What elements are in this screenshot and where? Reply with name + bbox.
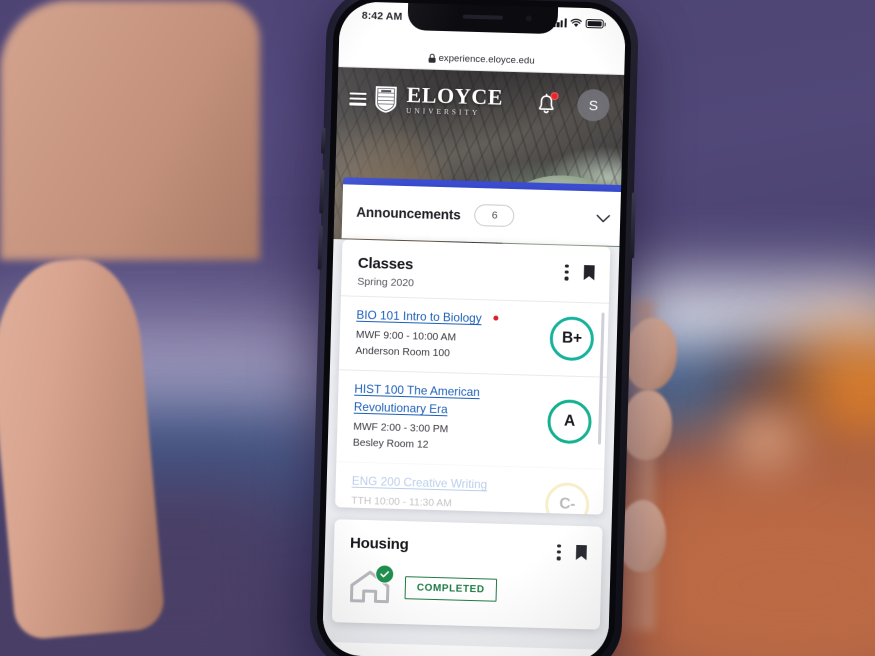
class-link[interactable]: ENG 200 Creative Writing (352, 474, 488, 492)
announcements-card: Announcements 6 (341, 177, 625, 247)
brand-lockup: ELOYCE UNIVERSITY (406, 82, 504, 118)
lock-icon (428, 53, 436, 63)
list-item[interactable]: ENG 200 Creative Writing TTH 10:00 - 11:… (335, 461, 605, 515)
phone-notch (407, 3, 559, 35)
ios-status-bar: 8:42 AM (338, 1, 627, 54)
check-circle-icon (374, 564, 395, 584)
bookmark-icon[interactable] (582, 264, 595, 281)
classes-title: Classes (357, 254, 414, 274)
wifi-icon (570, 18, 582, 28)
house-icon (348, 564, 395, 604)
class-link[interactable]: BIO 101 Intro to Biology (356, 308, 482, 325)
brand-name: ELOYCE (406, 82, 504, 111)
hero-banner: ELOYCE UNIVERSITY S Announcements 6 (333, 67, 625, 248)
app-header-bar: ELOYCE UNIVERSITY S (337, 67, 625, 137)
page-content: Classes Spring 2020 BIO 101 Intro to Bio… (322, 239, 620, 650)
status-badge: COMPLETED (404, 575, 497, 602)
battery-icon (585, 18, 604, 29)
brand-subtitle: UNIVERSITY (406, 107, 481, 118)
classes-subtitle: Spring 2020 (357, 275, 415, 290)
classes-card: Classes Spring 2020 BIO 101 Intro to Bio… (335, 239, 611, 515)
bookmark-icon[interactable] (575, 544, 588, 561)
phone-screen: 8:42 AM experience.eloyce.edu ELOYCE UNI… (321, 1, 627, 656)
housing-card: Housing COMPLETED (331, 519, 603, 630)
status-clock: 8:42 AM (361, 9, 403, 23)
bell-icon[interactable] (535, 91, 559, 116)
class-schedule: TTH 10:00 - 11:30 AM (351, 496, 452, 510)
kebab-menu-icon[interactable] (564, 264, 569, 281)
grade-badge: A (546, 398, 593, 445)
alert-dot-icon (493, 315, 499, 321)
list-item[interactable]: HIST 100 The American Revolutionary Era … (336, 369, 607, 470)
chevron-down-icon[interactable] (596, 214, 611, 223)
announcements-count-badge: 6 (474, 203, 516, 228)
mute-switch[interactable] (320, 127, 326, 154)
smartphone-device: 8:42 AM experience.eloyce.edu ELOYCE UNI… (308, 0, 640, 656)
university-crest-icon (375, 86, 397, 113)
class-link[interactable]: HIST 100 The American Revolutionary Era (354, 382, 480, 417)
housing-title: Housing (349, 534, 409, 554)
kebab-menu-icon[interactable] (557, 543, 561, 560)
grade-badge: B+ (549, 315, 595, 361)
announcements-title: Announcements (356, 204, 461, 223)
url-text: experience.eloyce.edu (438, 52, 535, 67)
classes-list[interactable]: BIO 101 Intro to Biology MWF 9:00 - 10:0… (335, 295, 609, 515)
hamburger-menu-icon[interactable] (349, 91, 367, 106)
avatar[interactable]: S (576, 88, 610, 122)
notification-badge-dot (550, 91, 559, 100)
list-item[interactable]: BIO 101 Intro to Biology MWF 9:00 - 10:0… (338, 295, 609, 377)
grade-badge: C- (544, 482, 590, 515)
